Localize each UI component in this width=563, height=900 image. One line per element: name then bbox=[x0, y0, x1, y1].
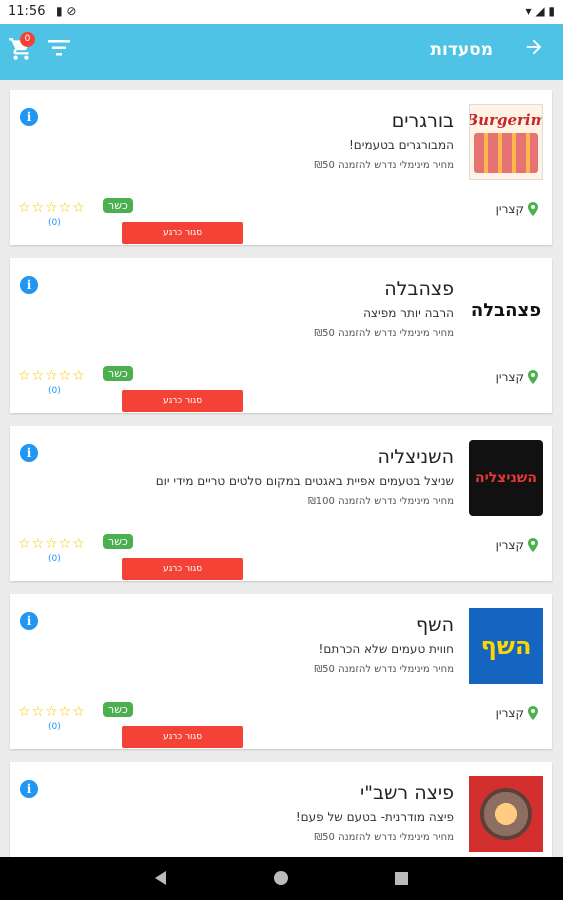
system-nav-bar bbox=[0, 857, 563, 900]
location-pin-icon bbox=[528, 538, 538, 552]
rating-count: (0) bbox=[48, 218, 61, 228]
restaurant-card[interactable]: Burgerim בורגרים המבורגרים בטעמים! מחיר … bbox=[10, 90, 552, 245]
status-time: 11:56 bbox=[8, 4, 46, 19]
info-icon[interactable]: i bbox=[20, 108, 38, 126]
closed-button[interactable]: סגור כרגע bbox=[122, 222, 243, 244]
restaurant-description: המבורגרים בטעמים! bbox=[349, 138, 454, 152]
restaurant-card[interactable]: השניצליה השניצליה שניצל בטעמים אפיית באג… bbox=[10, 426, 552, 581]
city-label: קצרין bbox=[495, 706, 524, 720]
restaurant-card[interactable]: פיצה רשב"י פיצה מודרנית- בטעם של פעם! מח… bbox=[10, 762, 552, 857]
back-arrow-icon[interactable] bbox=[523, 36, 545, 64]
info-icon[interactable]: i bbox=[20, 444, 38, 462]
city-label: קצרין bbox=[495, 202, 524, 216]
restaurant-location: קצרין bbox=[496, 538, 538, 552]
page-title: מסעדות bbox=[430, 40, 493, 60]
restaurant-location: קצרין bbox=[496, 706, 538, 720]
restaurant-logo: השף bbox=[469, 608, 543, 684]
restaurant-name: פיצה רשב"י bbox=[360, 782, 454, 804]
min-order-text: מחיר מינימלי נדרש להזמנה ₪50 bbox=[314, 832, 454, 843]
restaurant-name: השף bbox=[415, 614, 454, 636]
kosher-badge: כשר bbox=[103, 366, 133, 381]
restaurant-description: חווית טעמים שלא הכרתם! bbox=[318, 642, 454, 656]
restaurant-description: שניצל בטעמים אפיית באגטים במקום סלטים טר… bbox=[155, 474, 454, 488]
location-pin-icon bbox=[528, 370, 538, 384]
closed-button[interactable]: סגור כרגע bbox=[122, 390, 243, 412]
rating-stars: ☆☆☆☆☆ bbox=[18, 200, 86, 216]
filter-icon[interactable] bbox=[48, 40, 70, 56]
restaurant-name: בורגרים bbox=[391, 110, 454, 132]
restaurant-logo: Burgerim bbox=[469, 104, 543, 180]
min-order-text: מחיר מינימלי נדרש להזמנה ₪100 bbox=[307, 496, 454, 507]
restaurant-logo: פצהבלה bbox=[469, 272, 543, 348]
info-icon[interactable]: i bbox=[20, 612, 38, 630]
min-order-text: מחיר מינימלי נדרש להזמנה ₪50 bbox=[314, 664, 454, 675]
restaurant-card[interactable]: פצהבלה פצהבלה הרבה יותר מפיצה מחיר מינימ… bbox=[10, 258, 552, 413]
notification-icons: ▮ ⊘ bbox=[56, 4, 77, 18]
min-order-text: מחיר מינימלי נדרש להזמנה ₪50 bbox=[314, 160, 454, 171]
rating-stars: ☆☆☆☆☆ bbox=[18, 536, 86, 552]
info-icon[interactable]: i bbox=[20, 276, 38, 294]
restaurant-logo: השניצליה bbox=[469, 440, 543, 516]
rating-stars: ☆☆☆☆☆ bbox=[18, 368, 86, 384]
cart-count-badge: 0 bbox=[20, 32, 35, 47]
location-pin-icon bbox=[528, 706, 538, 720]
rating-count: (0) bbox=[48, 554, 61, 564]
min-order-text: מחיר מינימלי נדרש להזמנה ₪50 bbox=[314, 328, 454, 339]
nav-recents-icon[interactable] bbox=[395, 872, 408, 885]
restaurant-location: קצרין bbox=[496, 202, 538, 216]
restaurant-name: השניצליה bbox=[377, 446, 454, 468]
city-label: קצרין bbox=[495, 370, 524, 384]
app-bar: 0 מסעדות bbox=[0, 24, 563, 80]
restaurant-description: פיצה מודרנית- בטעם של פעם! bbox=[295, 810, 454, 824]
restaurant-description: הרבה יותר מפיצה bbox=[363, 306, 454, 320]
restaurant-location: קצרין bbox=[496, 370, 538, 384]
rating-count: (0) bbox=[48, 722, 61, 732]
closed-button[interactable]: סגור כרגע bbox=[122, 726, 243, 748]
restaurant-logo bbox=[469, 776, 543, 852]
rating-count: (0) bbox=[48, 386, 61, 396]
info-icon[interactable]: i bbox=[20, 780, 38, 798]
status-bar: 11:56 ▮ ⊘ ▾ ◢ ▮ bbox=[0, 0, 563, 24]
location-pin-icon bbox=[528, 202, 538, 216]
rating-stars: ☆☆☆☆☆ bbox=[18, 704, 86, 720]
kosher-badge: כשר bbox=[103, 702, 133, 717]
nav-back-icon[interactable] bbox=[155, 871, 166, 885]
kosher-badge: כשר bbox=[103, 198, 133, 213]
signal-battery-icons: ▾ ◢ ▮ bbox=[525, 4, 555, 18]
restaurant-card[interactable]: השף השף חווית טעמים שלא הכרתם! מחיר מיני… bbox=[10, 594, 552, 749]
closed-button[interactable]: סגור כרגע bbox=[122, 558, 243, 580]
city-label: קצרין bbox=[495, 538, 524, 552]
restaurant-name: פצהבלה bbox=[384, 278, 454, 300]
kosher-badge: כשר bbox=[103, 534, 133, 549]
restaurant-list[interactable]: Burgerim בורגרים המבורגרים בטעמים! מחיר … bbox=[0, 80, 563, 857]
nav-home-icon[interactable] bbox=[274, 871, 288, 885]
